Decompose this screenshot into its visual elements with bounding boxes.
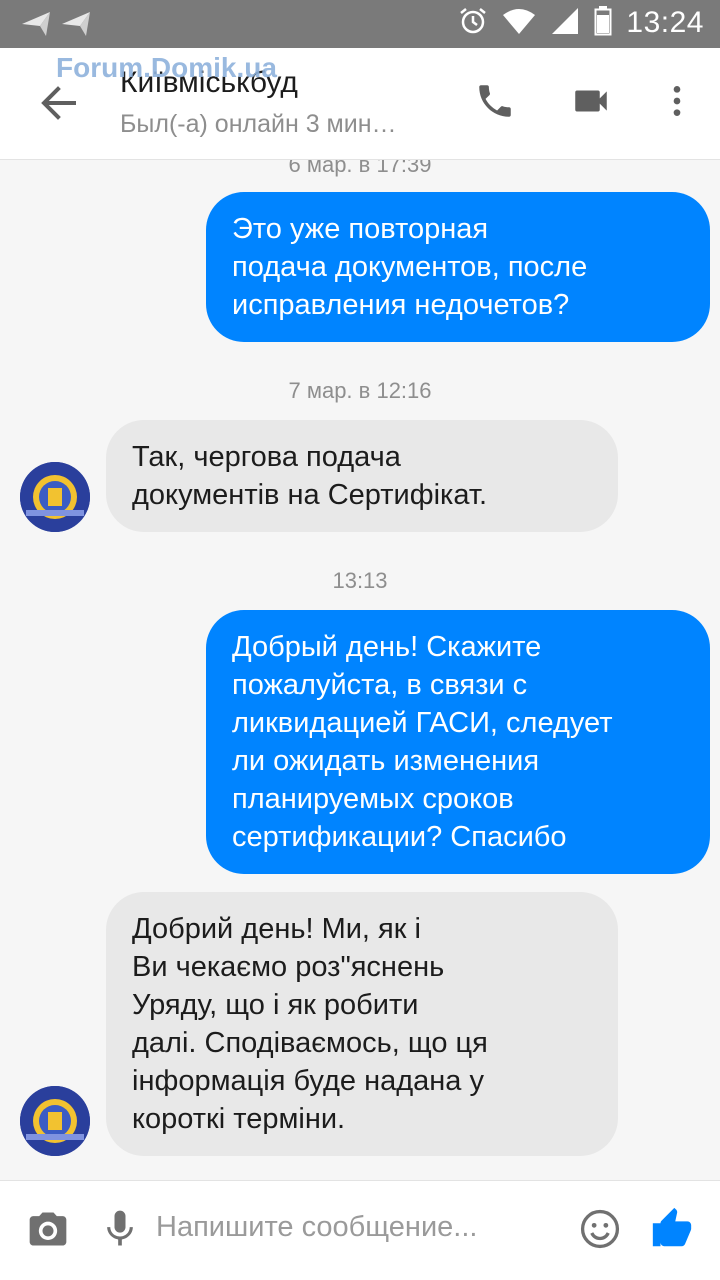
- signal-icon: [550, 6, 580, 40]
- message-line: далі. Сподіваємось, що ця: [132, 1027, 488, 1059]
- emoji-button[interactable]: [576, 1207, 624, 1255]
- message-line: исправления недочетов?: [232, 289, 570, 321]
- avatar[interactable]: [20, 1086, 90, 1156]
- message-line: ли ожидать изменения: [232, 745, 540, 777]
- message-line: Добрий день! Ми, як і: [132, 913, 421, 945]
- message-line: пожалуйста, в связи с: [232, 669, 528, 701]
- message-composer: Напишите сообщение...: [0, 1180, 720, 1280]
- contact-name: Київміськбуд: [120, 66, 298, 99]
- message-line: інформація буде надана у: [132, 1065, 484, 1097]
- message-line: сертификации? Спасибо: [232, 821, 567, 853]
- more-vert-icon: [657, 81, 697, 125]
- message-timestamp: 7 мар. в 12:16: [288, 378, 432, 403]
- message-line: подача документов, после: [232, 251, 588, 283]
- message-line: Так, чергова подача: [132, 441, 401, 473]
- contact-status: Был(-а) онлайн 3 мин…: [120, 110, 397, 138]
- conversation-header: Київміськбуд Был(-а) онлайн 3 мин… Forum…: [0, 48, 720, 160]
- incoming-message[interactable]: Добрий день! Ми, як і Ви чекаємо роз"ясн…: [106, 892, 618, 1156]
- incoming-message[interactable]: Так, чергова подача документів на Сертиф…: [106, 420, 618, 532]
- camera-icon: [26, 1207, 70, 1255]
- outgoing-message[interactable]: Добрый день! Скажите пожалуйста, в связи…: [206, 610, 710, 874]
- microphone-icon: [98, 1207, 142, 1255]
- voice-message-button[interactable]: [96, 1207, 144, 1255]
- message-line: документів на Сертифікат.: [132, 479, 487, 511]
- avatar[interactable]: [20, 462, 90, 532]
- contact-info[interactable]: Київміськбуд Был(-а) онлайн 3 мин…: [120, 66, 397, 139]
- message-line: Ви чекаємо роз"яснень: [132, 951, 445, 983]
- battery-icon: [594, 6, 612, 40]
- nav-arrow-icon: [58, 10, 92, 42]
- message-input[interactable]: Напишите сообщение...: [156, 1211, 477, 1244]
- message-line: Уряду, що і як робити: [132, 989, 419, 1021]
- message-line: ликвидацией ГАСИ, следует: [232, 707, 613, 739]
- video-camera-icon: [570, 80, 612, 126]
- message-line: планируемых сроков: [232, 783, 514, 815]
- thumbs-up-icon: [649, 1206, 695, 1256]
- message-list[interactable]: 6 мар. в 17:39 Это уже повторная подача …: [0, 160, 720, 1180]
- alarm-icon: [458, 6, 488, 40]
- nav-arrow-icon: [18, 10, 52, 42]
- voice-call-button[interactable]: [470, 78, 520, 128]
- message-line: короткі терміни.: [132, 1103, 346, 1135]
- message-line: Это уже повторная: [232, 213, 489, 245]
- camera-button[interactable]: [24, 1207, 72, 1255]
- message-timestamp: 6 мар. в 17:39: [288, 160, 432, 177]
- emoji-icon: [578, 1207, 622, 1255]
- message-line: Добрый день! Скажите: [232, 631, 542, 663]
- avatar-logo-icon: [20, 1086, 90, 1156]
- back-arrow-icon: [34, 86, 84, 132]
- status-bar: 13:24: [0, 0, 720, 48]
- message-timestamp: 13:13: [332, 568, 388, 593]
- back-button[interactable]: [34, 78, 84, 128]
- avatar-logo-icon: [20, 462, 90, 532]
- status-time: 13:24: [626, 6, 704, 39]
- wifi-icon: [502, 7, 536, 39]
- like-button[interactable]: [648, 1207, 696, 1255]
- video-call-button[interactable]: [566, 78, 616, 128]
- more-options-button[interactable]: [652, 78, 702, 128]
- outgoing-message[interactable]: Это уже повторная подача документов, пос…: [206, 192, 710, 342]
- phone-icon: [474, 80, 516, 126]
